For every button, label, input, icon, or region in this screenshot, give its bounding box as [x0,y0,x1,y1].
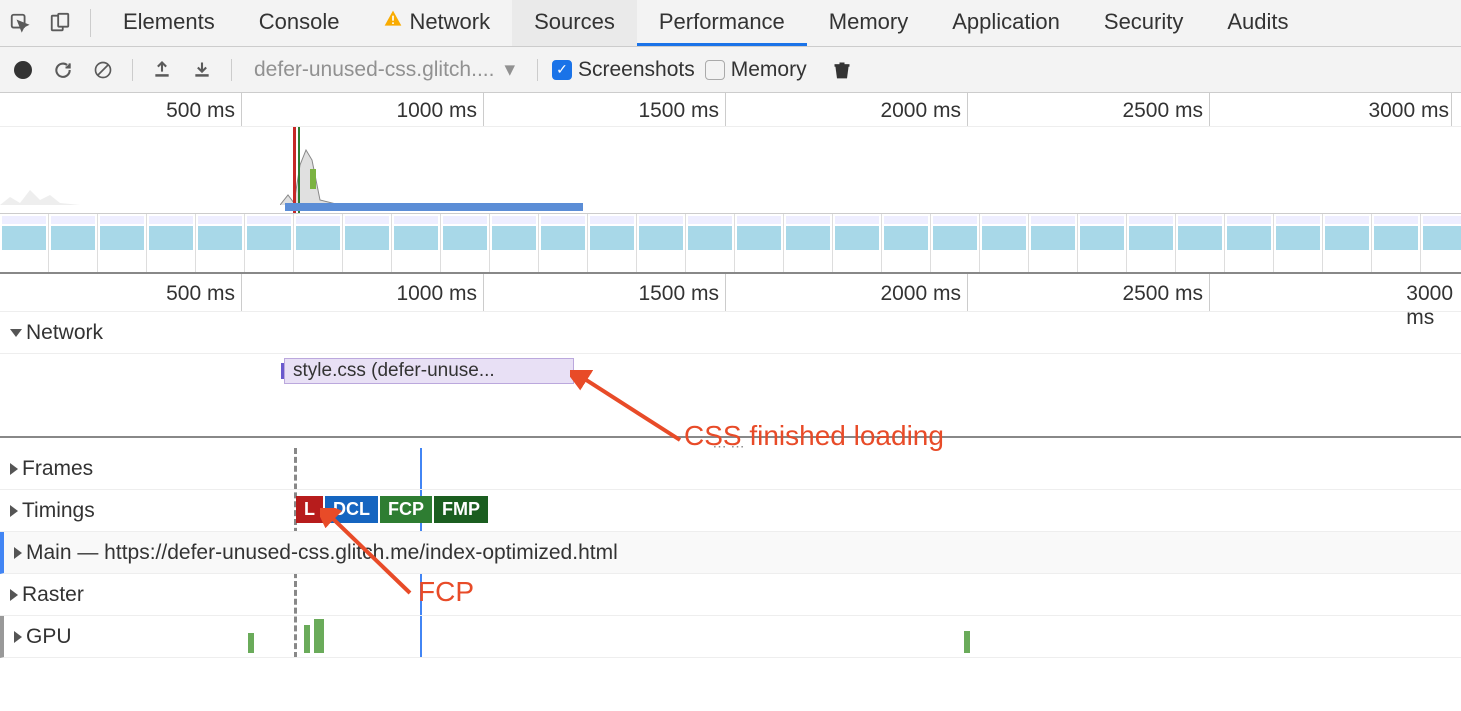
tab-application[interactable]: Application [930,0,1082,46]
selected-range[interactable] [285,203,583,211]
tab-console[interactable]: Console [237,0,362,46]
raster-track[interactable]: Raster [0,574,1461,616]
tab-network[interactable]: Network [361,0,512,46]
overview-chart[interactable] [0,127,1461,214]
timing-badge-dcl[interactable]: DCL [325,496,378,523]
overview-ruler[interactable]: 500 ms 1000 ms 1500 ms 2000 ms 2500 ms 3… [0,93,1461,127]
reload-button[interactable] [48,55,78,85]
tab-sources[interactable]: Sources [512,0,637,46]
load-marker [293,127,296,213]
screenshot-filmstrip[interactable] [0,214,1461,274]
tab-performance[interactable]: Performance [637,0,807,46]
record-button[interactable] [8,55,38,85]
clear-button[interactable] [88,55,118,85]
network-track-body[interactable]: style.css (defer-unuse... CSS finished l… [0,354,1461,438]
network-request-stylecss[interactable]: style.css (defer-unuse... [284,358,574,384]
timing-badge-load[interactable]: L [296,496,323,523]
chevron-down-icon: ▾ [504,57,515,82]
chevron-right-icon [14,631,22,643]
load-profile-button[interactable] [147,55,177,85]
garbage-collect-button[interactable] [827,55,857,85]
timing-badge-fmp[interactable]: FMP [434,496,488,523]
memory-checkbox[interactable]: Memory [705,58,807,82]
device-toggle-icon[interactable] [40,12,80,34]
profile-dropdown[interactable]: defer-unused-css.glitch.... ▾ [246,57,523,82]
tab-security[interactable]: Security [1082,0,1205,46]
check-icon: ✓ [552,60,572,80]
warning-icon [383,9,403,35]
dcl-marker [298,127,300,213]
timing-badge-fcp[interactable]: FCP [380,496,432,523]
tab-elements[interactable]: Elements [101,0,237,46]
tab-memory[interactable]: Memory [807,0,930,46]
detail-ruler[interactable]: 500 ms 1000 ms 1500 ms 2000 ms 2500 ms 3… [0,274,1461,312]
network-track-header[interactable]: Network [0,312,1461,354]
chevron-right-icon [10,589,18,601]
tab-audits[interactable]: Audits [1205,0,1310,46]
main-track[interactable]: Main — https://defer-unused-css.glitch.m… [0,532,1461,574]
chevron-right-icon [10,463,18,475]
chevron-right-icon [10,505,18,517]
save-profile-button[interactable] [187,55,217,85]
chevron-right-icon [14,547,22,559]
chevron-down-icon [10,329,22,337]
frames-track[interactable]: Frames [0,448,1461,490]
gpu-track[interactable]: GPU [0,616,1461,658]
screenshots-checkbox[interactable]: ✓ Screenshots [552,58,695,82]
timings-track[interactable]: Timings L DCL FCP FMP [0,490,1461,532]
inspect-icon[interactable] [0,12,40,34]
resize-handle[interactable]: ⋯⋯ [0,438,1461,448]
